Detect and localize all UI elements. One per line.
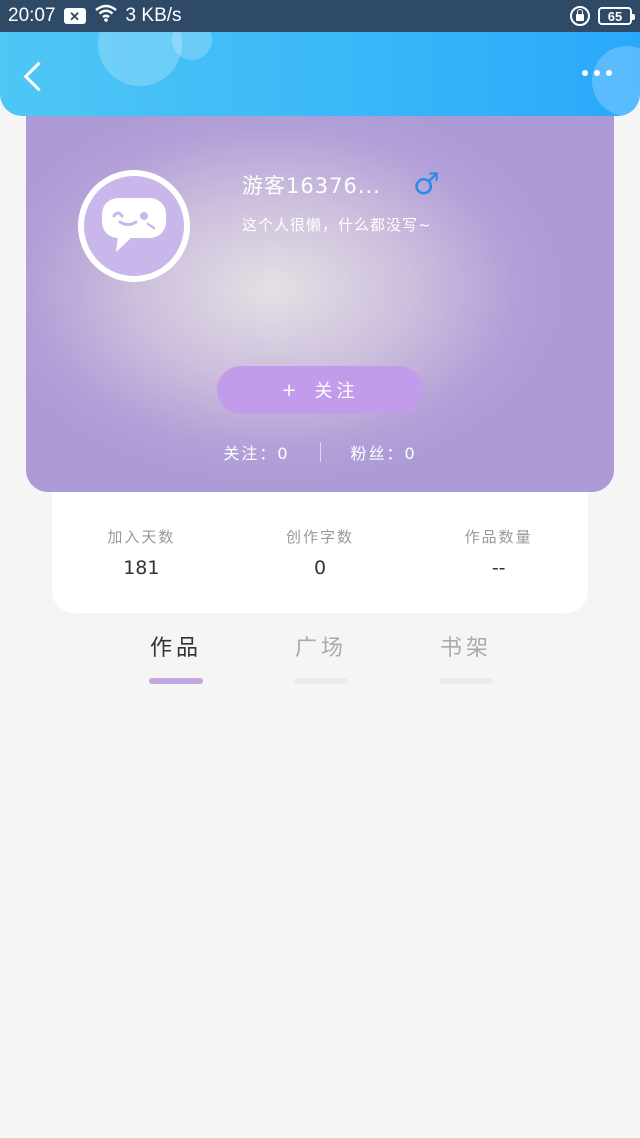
- stat-value: 181: [123, 557, 160, 579]
- more-dot: [606, 70, 612, 76]
- decor-bubble: [592, 46, 640, 116]
- header-bar: [0, 32, 640, 116]
- avatar-image: [84, 176, 184, 276]
- profile-card: 游客16376... ♂ 这个人很懒，什么都没写~ + 关注 关注：0 粉丝：0: [26, 116, 614, 492]
- back-button[interactable]: [20, 60, 48, 96]
- divider: [319, 442, 321, 462]
- stat-label: 作品数量: [464, 528, 533, 546]
- stat-value: 0: [313, 557, 327, 579]
- followers-count[interactable]: 粉丝：0: [351, 440, 417, 464]
- follow-button-label: 关注: [314, 381, 359, 402]
- tab-indicator: [439, 678, 493, 684]
- battery-level: 65: [607, 8, 623, 24]
- stat-label: 加入天数: [107, 528, 176, 546]
- more-dot: [582, 70, 588, 76]
- avatar[interactable]: [78, 170, 190, 282]
- tab-label: 书架: [439, 636, 492, 661]
- tab-square[interactable]: 广场: [271, 630, 371, 684]
- stat-value: --: [491, 557, 506, 579]
- chat-bubble-face-icon: [102, 198, 166, 252]
- following-count[interactable]: 关注：0: [223, 440, 289, 464]
- stat-join-days: 加入天数 181: [52, 492, 231, 613]
- wifi-icon: [94, 4, 118, 28]
- plus-icon: +: [281, 379, 301, 401]
- bio-text: 这个人很懒，什么都没写~: [242, 216, 432, 234]
- tab-label: 广场: [294, 636, 347, 661]
- tab-label: 作品: [149, 636, 202, 661]
- more-options-button[interactable]: [582, 70, 612, 76]
- decor-bubble: [98, 32, 182, 86]
- more-dot: [594, 70, 600, 76]
- tab-indicator: [149, 678, 203, 684]
- status-time: 20:07: [8, 5, 56, 26]
- battery-icon: 65: [598, 7, 635, 25]
- rotation-lock-icon: [570, 6, 590, 26]
- status-bar: 20:07 ✕ 3 KB/s 65: [0, 0, 640, 32]
- follow-counts: 关注：0 粉丝：0: [26, 440, 614, 464]
- tab-bookshelf[interactable]: 书架: [416, 630, 516, 684]
- stat-label: 创作字数: [286, 528, 355, 546]
- network-speed: 3 KB/s: [125, 5, 182, 26]
- tab-indicator: [294, 678, 348, 684]
- stat-works-count: 作品数量 --: [409, 492, 588, 613]
- username-row: 游客16376... ♂: [242, 170, 440, 200]
- follow-button[interactable]: + 关注: [217, 366, 423, 414]
- stat-word-count: 创作字数 0: [231, 492, 410, 613]
- male-gender-icon: ♂: [412, 167, 440, 202]
- tab-works[interactable]: 作品: [126, 630, 226, 684]
- tab-bar: 作品 广场 书架: [0, 630, 640, 690]
- stats-card: 加入天数 181 创作字数 0 作品数量 --: [52, 492, 588, 613]
- username: 游客16376...: [242, 174, 381, 198]
- close-box-icon: ✕: [63, 8, 86, 24]
